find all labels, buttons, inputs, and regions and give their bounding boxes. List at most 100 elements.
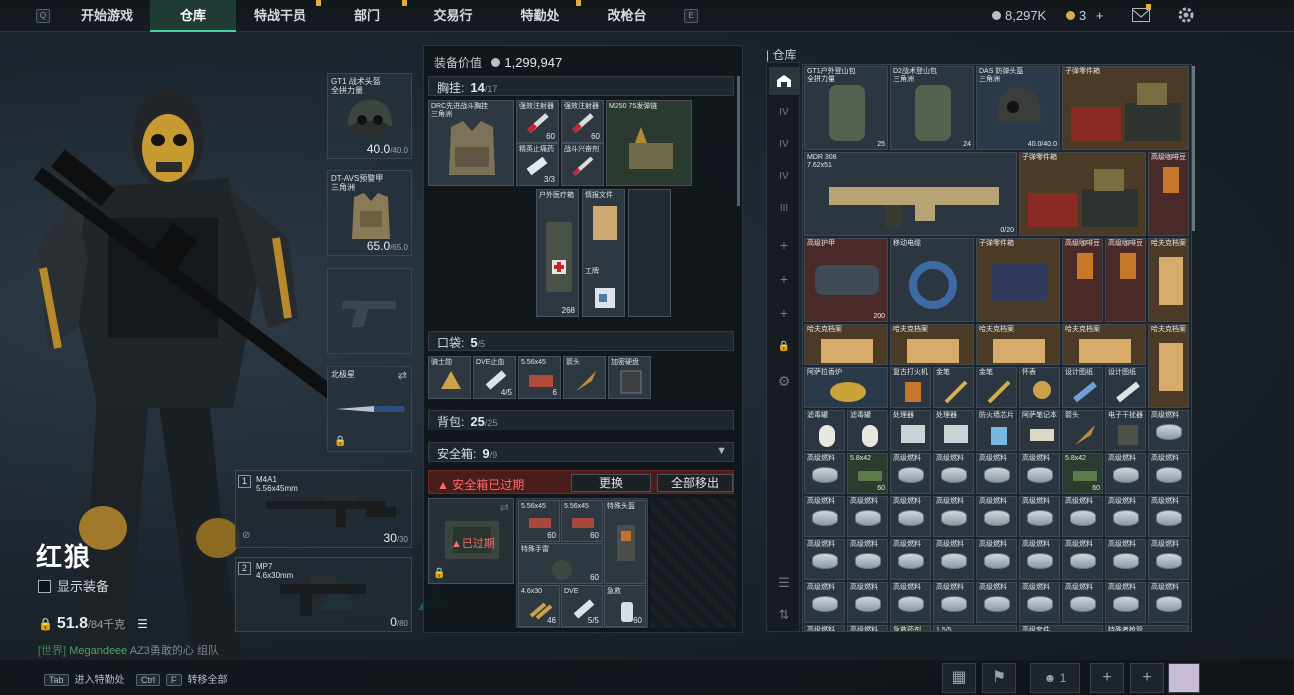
warehouse-item[interactable]: 高级燃料: [976, 453, 1017, 494]
pin-icon[interactable]: ▼: [716, 445, 727, 457]
warehouse-item[interactable]: 高级燃料: [890, 582, 931, 623]
warehouse-item[interactable]: 高级燃料: [1148, 496, 1189, 537]
avatar[interactable]: [1168, 663, 1200, 693]
warehouse-tab-1[interactable]: IV: [769, 99, 799, 127]
move-all-button[interactable]: 全部移出: [657, 474, 733, 492]
warehouse-item[interactable]: 5.8x42 60: [847, 453, 888, 494]
helmet-slot[interactable]: GT1 战术头盔 全拼力量 40.0/40.0: [327, 73, 412, 159]
warehouse-item[interactable]: 高级燃料: [1019, 582, 1060, 623]
warehouse-item[interactable]: 高级燃料: [890, 539, 931, 580]
warehouse-item[interactable]: 金笔: [933, 367, 974, 408]
warehouse-item[interactable]: 哈夫克档案: [1148, 238, 1189, 322]
add-friend-button[interactable]: +: [1130, 663, 1164, 693]
safe-item[interactable]: 特殊头盔: [604, 500, 646, 584]
warehouse-item[interactable]: 滤毒罐: [804, 410, 845, 451]
tab-department[interactable]: 部门: [324, 0, 410, 32]
primary-weapon-slot[interactable]: 1 M4A1 5.56x45mm ⊘ 30/30: [235, 470, 412, 548]
secondary-weapon-slot[interactable]: 2 MP7 4.6x30mm 0/80: [235, 557, 412, 632]
medkit-item[interactable]: 户外医疗箱 268: [536, 189, 579, 317]
warehouse-item[interactable]: 1.5/5: [933, 625, 1017, 631]
warehouse-item[interactable]: 高级燃料: [1062, 582, 1103, 623]
empty-slot[interactable]: [628, 189, 671, 317]
warehouse-item[interactable]: 高级套件8: [1019, 625, 1103, 631]
warehouse-tab-4[interactable]: III: [769, 195, 799, 223]
warehouse-item[interactable]: 高级燃料: [1148, 453, 1189, 494]
add-warehouse-tab[interactable]: +: [769, 265, 799, 293]
next-tab-key[interactable]: E: [684, 9, 698, 23]
pocket-item[interactable]: 加密硬盘: [608, 356, 651, 399]
warehouse-item[interactable]: MDR 308 7.62x51 0/20: [804, 152, 1017, 236]
warehouse-item[interactable]: 高级燃料: [847, 582, 888, 623]
warehouse-item[interactable]: 电子干扰器: [1105, 410, 1146, 451]
warehouse-item[interactable]: 移动电缆: [890, 238, 974, 322]
intel-document-item[interactable]: 情报文件 工牌: [582, 189, 625, 317]
warehouse-item[interactable]: 箭头: [1062, 410, 1103, 451]
warehouse-item[interactable]: 哈夫克档案: [976, 324, 1060, 365]
warehouse-item[interactable]: 哈夫克档案: [1148, 324, 1189, 408]
warehouse-item[interactable]: 高级燃料: [933, 539, 974, 580]
warehouse-item[interactable]: 高级燃料: [804, 539, 845, 580]
pocket-item[interactable]: DVE止血 4/5: [473, 356, 516, 399]
pistol-slot-empty[interactable]: [327, 268, 412, 354]
tab-gunsmith[interactable]: 改枪台: [584, 0, 670, 32]
add-currency-button[interactable]: +: [1096, 8, 1104, 23]
syringe-item[interactable]: 强效注射器 60: [516, 100, 559, 143]
stats-chart-icon[interactable]: ▦: [942, 663, 976, 693]
warehouse-item[interactable]: 高级燃料: [976, 496, 1017, 537]
warehouse-item[interactable]: 高级燃料: [933, 453, 974, 494]
warehouse-item[interactable]: 高级燃料: [847, 625, 888, 631]
warehouse-item[interactable]: 阿萨笔记本: [1019, 410, 1060, 451]
warehouse-item[interactable]: 高级燃料: [890, 453, 931, 494]
warehouse-item[interactable]: 处理器: [890, 410, 931, 451]
stimulant-item[interactable]: 战斗兴奋剂: [561, 143, 604, 186]
warehouse-item[interactable]: 高级燃料: [1148, 410, 1189, 451]
warehouse-item[interactable]: 高级燃料: [976, 539, 1017, 580]
warehouse-item[interactable]: 高级燃料: [1019, 453, 1060, 494]
warehouse-scrollbar[interactable]: [1192, 66, 1195, 231]
scrollbar[interactable]: [737, 76, 740, 206]
flag-icon[interactable]: ⚑: [982, 663, 1016, 693]
warehouse-item[interactable]: 哈夫克档案: [1062, 324, 1146, 365]
warehouse-item[interactable]: 高级燃料: [890, 496, 931, 537]
syringe-item[interactable]: 强效注射器 60: [561, 100, 604, 143]
safe-item[interactable]: 5.56x45 60: [518, 500, 560, 542]
warehouse-item[interactable]: 高级燃料: [1148, 582, 1189, 623]
warehouse-item[interactable]: 设计图纸: [1105, 367, 1146, 408]
warehouse-item[interactable]: 特殊者枪管: [1105, 625, 1189, 631]
pocket-item[interactable]: 箭头: [563, 356, 606, 399]
add-friend-button[interactable]: +: [1090, 663, 1124, 693]
tab-trade[interactable]: 交易行: [410, 0, 496, 32]
hint-enter-service[interactable]: Tab 进入特勤处: [44, 671, 125, 686]
warehouse-item[interactable]: GT1户外登山包 全拼力量 25: [804, 66, 888, 150]
safe-item[interactable]: DVE 5/5: [561, 585, 603, 627]
friends-button[interactable]: ☻ 1: [1030, 663, 1080, 693]
tab-special-service[interactable]: 特勤处: [496, 0, 584, 32]
warehouse-item[interactable]: 高级燃料: [1019, 539, 1060, 580]
warehouse-item[interactable]: DAS 防弹头盔 三角洲 40.0/40.0: [976, 66, 1060, 150]
warehouse-item[interactable]: 子弹零件箱: [1062, 66, 1189, 150]
warehouse-item[interactable]: 高级咖啡豆: [1105, 238, 1146, 322]
safe-item[interactable]: 特殊手雷 60: [518, 543, 603, 584]
warehouse-item[interactable]: 高级燃料: [1105, 539, 1146, 580]
warehouse-item[interactable]: 高级燃料: [1105, 582, 1146, 623]
warehouse-item[interactable]: 复古打火机: [890, 367, 931, 408]
warehouse-item[interactable]: 高级燃料: [1062, 496, 1103, 537]
warehouse-item[interactable]: 高级燃料: [933, 496, 974, 537]
warehouse-item[interactable]: 高级燃料: [804, 453, 845, 494]
warehouse-item[interactable]: 高级咖啡豆: [1062, 238, 1103, 322]
warehouse-item[interactable]: 高级燃料: [804, 496, 845, 537]
tab-operators[interactable]: 特战干员: [236, 0, 324, 32]
warehouse-item[interactable]: 高级燃料: [1148, 539, 1189, 580]
warehouse-item[interactable]: 急救药剂: [890, 625, 931, 631]
swap-icon[interactable]: ⇄: [398, 369, 407, 382]
warehouse-tab-2[interactable]: IV: [769, 131, 799, 159]
pocket-item[interactable]: 5.56x45 6: [518, 356, 561, 399]
replace-button[interactable]: 更换: [571, 474, 651, 492]
warehouse-item[interactable]: 5.8x42 60: [1062, 453, 1103, 494]
stack-layers-icon[interactable]: ☰: [769, 569, 799, 597]
warehouse-tab-3[interactable]: IV: [769, 163, 799, 191]
warehouse-item[interactable]: 处理器: [933, 410, 974, 451]
swap-icon[interactable]: ⇄: [500, 501, 509, 514]
warehouse-item[interactable]: 高级燃料: [1105, 453, 1146, 494]
warehouse-item[interactable]: 高级燃料: [1019, 496, 1060, 537]
